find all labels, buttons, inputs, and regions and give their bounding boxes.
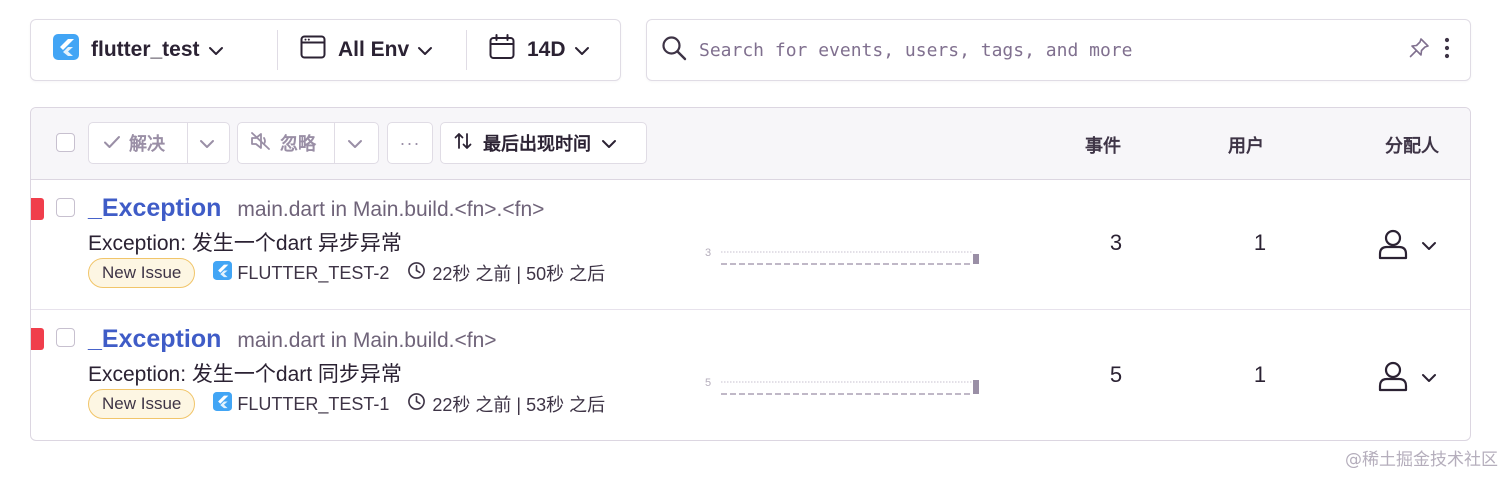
ignore-button-group: 忽略 xyxy=(237,122,379,164)
new-issue-badge: New Issue xyxy=(88,389,196,419)
issue-checkbox[interactable] xyxy=(56,328,75,347)
chevron-down-icon xyxy=(208,38,224,62)
project-label: flutter_test xyxy=(91,38,200,61)
issue-times: 22秒 之前 | 50秒 之后 xyxy=(407,260,605,286)
issue-meta: New Issue FLUTTER_TEST-2 22秒 之前 | 50秒 之后 xyxy=(88,258,605,288)
chevron-down-icon xyxy=(1421,370,1437,388)
level-indicator xyxy=(31,198,44,220)
issue-short-id[interactable]: FLUTTER_TEST-2 xyxy=(213,261,389,285)
clock-icon xyxy=(407,392,426,416)
pin-icon[interactable] xyxy=(1408,37,1430,64)
more-actions-button[interactable]: ··· xyxy=(387,122,433,164)
issue-title-link[interactable]: _Exception xyxy=(88,325,221,354)
issue-row[interactable]: _Exception main.dart in Main.build.<fn> … xyxy=(31,310,1470,440)
resolve-dropdown-button[interactable] xyxy=(188,123,215,163)
short-id-label: FLUTTER_TEST-1 xyxy=(237,393,390,414)
sort-icon xyxy=(453,131,473,156)
select-all-checkbox[interactable] xyxy=(56,133,75,152)
kebab-icon[interactable] xyxy=(1444,37,1450,64)
search-bar xyxy=(646,19,1471,81)
level-indicator xyxy=(31,328,44,350)
column-header-events: 事件 xyxy=(1085,136,1121,156)
chevron-down-icon xyxy=(347,133,363,154)
date-range-label: 14D xyxy=(527,38,566,61)
user-count: 1 xyxy=(1253,362,1267,387)
ignore-label: 忽略 xyxy=(280,134,316,154)
issue-message: Exception: 发生一个dart 异步异常 xyxy=(88,232,402,255)
assignee-selector[interactable] xyxy=(1377,360,1437,397)
mute-icon xyxy=(250,131,272,156)
issue-row[interactable]: _Exception main.dart in Main.build.<fn>.… xyxy=(31,180,1470,311)
user-icon xyxy=(1377,228,1409,265)
column-header-users: 用户 xyxy=(1228,136,1264,156)
issue-meta: New Issue FLUTTER_TEST-1 22秒 之前 | 53秒 之后 xyxy=(88,389,605,419)
search-input[interactable] xyxy=(699,39,1408,61)
user-count: 1 xyxy=(1253,230,1267,255)
resolve-label: 解决 xyxy=(129,134,165,154)
issue-title-line: _Exception main.dart in Main.build.<fn> xyxy=(88,325,497,354)
sparkline-max-label: 3 xyxy=(705,247,711,259)
times-label: 22秒 之前 | 50秒 之后 xyxy=(432,264,606,284)
sort-label: 最后出现时间 xyxy=(483,134,591,154)
browser-window-icon xyxy=(300,35,326,65)
event-count: 3 xyxy=(1109,230,1123,255)
search-icon xyxy=(661,35,687,66)
column-header-assignee: 分配人 xyxy=(1385,136,1439,156)
clock-icon xyxy=(407,261,426,285)
sparkline-bar xyxy=(973,380,979,394)
environment-selector[interactable]: All Env xyxy=(278,20,466,80)
issue-short-id[interactable]: FLUTTER_TEST-1 xyxy=(213,392,389,416)
watermark: @稀土掘金技术社区 xyxy=(1345,450,1498,470)
short-id-label: FLUTTER_TEST-2 xyxy=(237,262,390,283)
issue-culprit: main.dart in Main.build.<fn>.<fn> xyxy=(237,198,545,221)
issue-times: 22秒 之前 | 53秒 之后 xyxy=(407,391,605,417)
flutter-icon xyxy=(53,34,79,66)
flutter-icon xyxy=(213,392,233,416)
chevron-down-icon xyxy=(1421,238,1437,256)
ignore-button[interactable]: 忽略 xyxy=(238,123,334,163)
event-count: 5 xyxy=(1109,362,1123,387)
issue-checkbox[interactable] xyxy=(56,198,75,217)
issue-list-header: 解决 忽略 ··· 最后出现时间 事件 用户 分配人 xyxy=(31,108,1470,180)
resolve-button[interactable]: 解决 xyxy=(89,123,187,163)
event-sparkline: 5 xyxy=(705,377,979,395)
event-sparkline: 3 xyxy=(705,247,979,265)
project-selector[interactable]: flutter_test xyxy=(31,20,277,80)
ignore-dropdown-button[interactable] xyxy=(335,123,363,163)
times-label: 22秒 之前 | 53秒 之后 xyxy=(432,395,606,415)
more-label: ··· xyxy=(399,132,421,153)
issue-title-link[interactable]: _Exception xyxy=(88,194,221,223)
new-issue-badge: New Issue xyxy=(88,258,196,288)
issue-message: Exception: 发生一个dart 同步异常 xyxy=(88,363,402,386)
chevron-down-icon xyxy=(574,38,590,62)
assignee-selector[interactable] xyxy=(1377,228,1437,265)
sort-button[interactable]: 最后出现时间 xyxy=(440,122,647,164)
chevron-down-icon xyxy=(417,38,433,62)
user-icon xyxy=(1377,360,1409,397)
issue-list: 解决 忽略 ··· 最后出现时间 事件 用户 分配人 _Exception ma… xyxy=(30,107,1471,441)
flutter-icon xyxy=(213,261,233,285)
check-icon xyxy=(103,133,121,154)
page-filter-bar: flutter_test All Env 14D xyxy=(30,19,621,81)
date-range-selector[interactable]: 14D xyxy=(467,20,590,80)
issue-culprit: main.dart in Main.build.<fn> xyxy=(237,329,497,352)
sparkline-bar xyxy=(973,254,979,264)
environment-label: All Env xyxy=(338,38,410,61)
sparkline-max-label: 5 xyxy=(705,377,711,389)
calendar-icon xyxy=(489,34,515,66)
chevron-down-icon xyxy=(601,133,617,154)
chevron-down-icon xyxy=(199,133,215,154)
issue-title-line: _Exception main.dart in Main.build.<fn>.… xyxy=(88,194,544,223)
resolve-button-group: 解决 xyxy=(88,122,230,164)
